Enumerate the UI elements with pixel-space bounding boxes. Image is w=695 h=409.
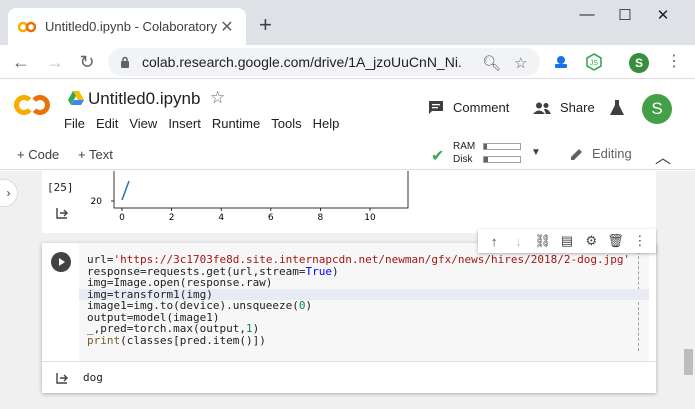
labs-flask-icon[interactable] bbox=[610, 100, 624, 116]
execution-count: [25] bbox=[47, 181, 74, 194]
extension-js-icon[interactable]: JS bbox=[585, 53, 603, 71]
link-to-cell-icon[interactable]: ⛓ bbox=[534, 233, 552, 249]
minimize-icon[interactable]: — bbox=[575, 6, 599, 23]
notebook-body: › [25] 0 2 4 6 8 10 20 url='https://3c1703fe8d… bbox=[0, 171, 695, 409]
ram-usage-bar[interactable] bbox=[483, 143, 521, 150]
x-tick-label: 0 bbox=[119, 213, 125, 223]
star-icon[interactable]: ☆ bbox=[210, 88, 225, 108]
ram-label: RAM bbox=[453, 141, 476, 152]
user-avatar[interactable]: S bbox=[642, 94, 672, 124]
code-line[interactable]: print(classes[pred.item()]) bbox=[87, 333, 266, 347]
url-text: colab.research.google.com/drive/1A_jzoUu… bbox=[142, 54, 462, 70]
share-button[interactable]: Share bbox=[533, 100, 595, 115]
tab-title: Untitled0.ipynb - Colaboratory bbox=[45, 19, 217, 34]
share-label: Share bbox=[560, 100, 595, 115]
address-bar[interactable]: colab.research.google.com/drive/1A_jzoUu… bbox=[108, 48, 540, 76]
back-icon[interactable]: ← bbox=[10, 51, 32, 73]
cell-toolbar: ↑ ↓ ⛓ ▤ ⚙ 🗑︎ ⋮ bbox=[478, 229, 656, 253]
output-arrow-icon[interactable] bbox=[55, 372, 69, 384]
notebook-title[interactable]: Untitled0.ipynb bbox=[88, 89, 200, 109]
plot-axes-frame bbox=[113, 171, 409, 209]
code-token: (classes[pred.item()]) bbox=[120, 333, 266, 347]
bookmark-star-icon[interactable]: ☆ bbox=[514, 54, 527, 72]
output-arrow-icon[interactable] bbox=[55, 207, 69, 219]
add-code-button[interactable]: + Code bbox=[17, 147, 59, 162]
code-cell[interactable]: url='https://3c1703fe8d.site.internapcdn… bbox=[42, 229, 656, 393]
line-plot: 0 2 4 6 8 10 20 bbox=[91, 171, 409, 223]
delete-cell-trash-icon[interactable]: 🗑︎ bbox=[607, 233, 625, 249]
disk-usage-bar[interactable] bbox=[483, 156, 521, 163]
extension-cloud-icon[interactable] bbox=[552, 53, 570, 71]
code-token: ) bbox=[305, 299, 313, 312]
menu-edit[interactable]: Edit bbox=[96, 116, 118, 131]
tab-close-icon[interactable]: ✕ bbox=[218, 17, 236, 37]
x-tick-label: 10 bbox=[364, 213, 376, 223]
browser-toolbar: ← → ↻ colab.research.google.com/drive/1A… bbox=[0, 45, 695, 79]
menu-bar: File Edit View Insert Runtime Tools Help bbox=[64, 116, 350, 131]
move-cell-up-icon[interactable]: ↑ bbox=[485, 234, 503, 249]
new-tab-icon[interactable]: + bbox=[259, 12, 272, 38]
share-people-icon bbox=[533, 102, 551, 114]
code-token: ) bbox=[332, 264, 339, 278]
window-close-icon[interactable]: ✕ bbox=[651, 6, 675, 24]
scrollbar-thumb[interactable] bbox=[684, 349, 693, 375]
line-length-ruler bbox=[638, 251, 639, 351]
collapse-header-icon[interactable]: ︿ bbox=[655, 144, 671, 168]
code-token: 0 bbox=[298, 299, 306, 312]
editing-mode-button[interactable]: Editing bbox=[570, 146, 632, 161]
comment-label: Comment bbox=[453, 100, 510, 115]
cell-settings-gear-icon[interactable]: ⚙ bbox=[582, 233, 600, 249]
move-cell-down-icon[interactable]: ↓ bbox=[509, 234, 527, 249]
code-editor[interactable]: url='https://3c1703fe8d.site.internapcdn… bbox=[79, 243, 649, 361]
lock-icon bbox=[121, 56, 129, 68]
colab-logo[interactable] bbox=[14, 94, 50, 116]
x-tick-label: 8 bbox=[318, 213, 324, 223]
y-tick-label: 20 bbox=[91, 197, 103, 207]
cell-more-actions-icon[interactable]: ⋮ bbox=[631, 233, 649, 249]
browser-profile-avatar[interactable]: S bbox=[629, 53, 649, 73]
reload-icon[interactable]: ↻ bbox=[76, 51, 98, 73]
browser-tab-strip: Untitled0.ipynb - Colaboratory ✕ + — ☐ ✕ bbox=[0, 0, 695, 45]
code-token: True bbox=[305, 264, 333, 278]
editing-label: Editing bbox=[592, 146, 632, 161]
menu-tools[interactable]: Tools bbox=[271, 116, 301, 131]
menu-help[interactable]: Help bbox=[313, 116, 340, 131]
svg-text:JS: JS bbox=[590, 60, 599, 67]
browser-tab[interactable]: Untitled0.ipynb - Colaboratory ✕ bbox=[8, 8, 246, 45]
cell-output-text: dog bbox=[83, 371, 103, 384]
menu-view[interactable]: View bbox=[129, 116, 157, 131]
pencil-icon bbox=[571, 148, 582, 160]
maximize-icon[interactable]: ☐ bbox=[613, 6, 637, 24]
forward-icon[interactable]: → bbox=[44, 51, 66, 73]
x-tick-label: 4 bbox=[218, 213, 224, 223]
add-text-button[interactable]: + Text bbox=[78, 147, 113, 162]
google-drive-icon bbox=[68, 91, 84, 105]
cell-output-area: dog bbox=[42, 361, 656, 393]
comment-button[interactable]: Comment bbox=[428, 100, 509, 115]
colab-favicon-icon bbox=[18, 21, 36, 32]
cell-gutter bbox=[42, 243, 79, 361]
plot-series-line bbox=[121, 180, 130, 201]
x-tick-label: 6 bbox=[268, 213, 274, 223]
x-tick-label: 2 bbox=[169, 213, 175, 223]
disk-label: Disk bbox=[453, 154, 473, 165]
browser-menu-icon[interactable]: ⋮ bbox=[666, 51, 682, 71]
comment-icon bbox=[429, 101, 443, 114]
menu-runtime[interactable]: Runtime bbox=[212, 116, 260, 131]
menu-insert[interactable]: Insert bbox=[168, 116, 201, 131]
code-token: print bbox=[87, 333, 121, 347]
zoom-icon[interactable]: 🔍︎ bbox=[482, 54, 501, 72]
run-cell-button[interactable] bbox=[51, 252, 71, 272]
connected-check-icon: ✔ bbox=[431, 148, 445, 165]
add-comment-icon[interactable]: ▤ bbox=[558, 233, 576, 249]
runtime-dropdown-icon[interactable]: ▼ bbox=[531, 147, 541, 158]
menu-file[interactable]: File bbox=[64, 116, 85, 131]
sidebar-toggle-icon[interactable]: › bbox=[0, 179, 18, 207]
